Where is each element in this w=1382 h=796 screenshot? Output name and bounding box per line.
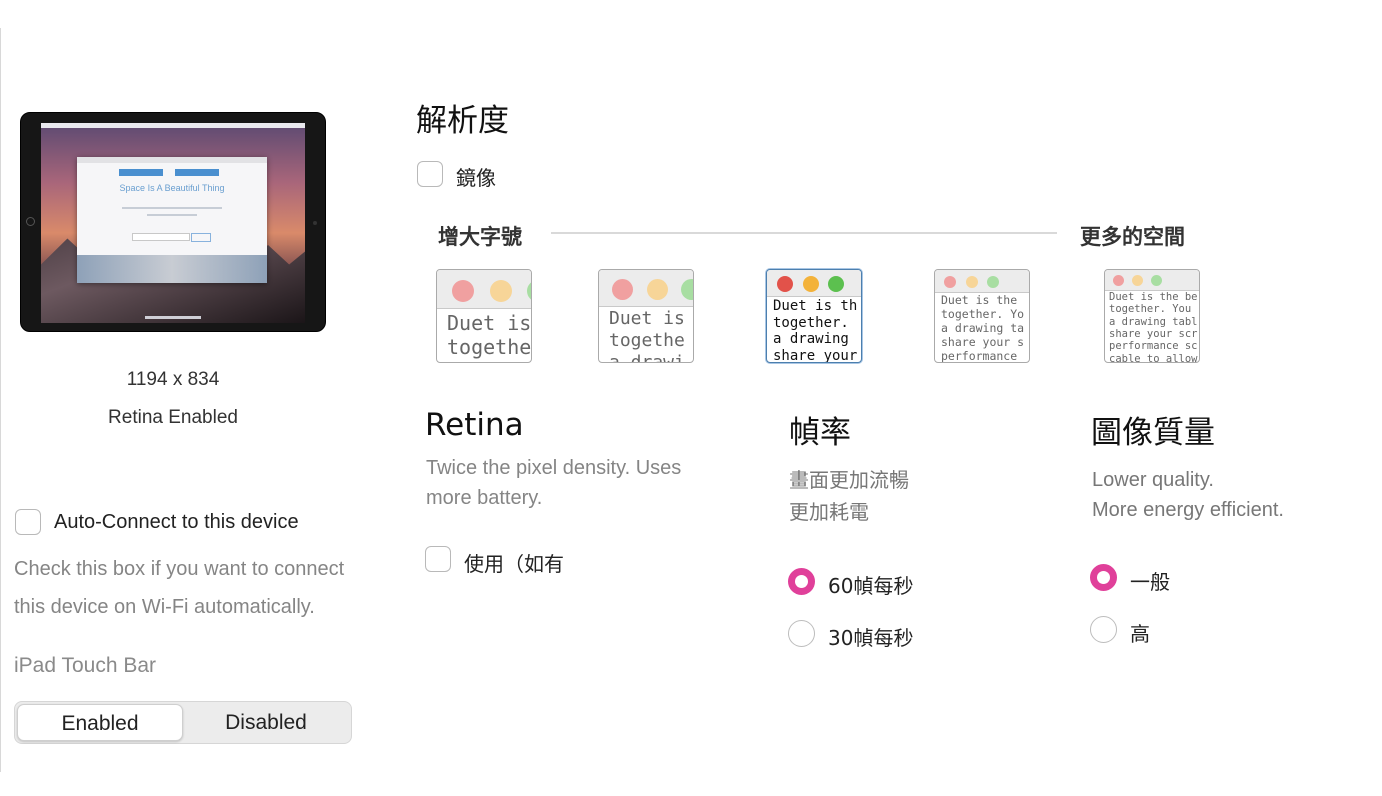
preview-heading: Space Is A Beautiful Thing — [119, 183, 225, 193]
minimize-dot-icon — [966, 276, 978, 288]
zoom-dot-icon — [987, 276, 999, 288]
scale-option-2[interactable]: Duet is togethe a drawi — [598, 269, 694, 363]
mirror-label: 鏡像 — [456, 168, 496, 190]
scale-option-1[interactable]: Duet is togethe — [436, 269, 532, 363]
minimize-dot-icon — [803, 276, 819, 292]
touch-bar-disabled-option[interactable]: Disabled — [183, 704, 349, 741]
fps-30-radio[interactable] — [788, 620, 815, 647]
frame-rate-title: 幀率 — [789, 415, 851, 451]
close-dot-icon — [1113, 275, 1124, 286]
retina-title: Retina — [425, 407, 524, 443]
touch-bar-enabled-option[interactable]: Enabled — [17, 704, 183, 741]
auto-connect-label: Auto-Connect to this device — [54, 511, 299, 533]
device-screen: Space Is A Beautiful Thing — [41, 123, 305, 323]
image-quality-desc-2: More energy efficient. — [1092, 499, 1284, 521]
minimize-dot-icon — [647, 279, 668, 300]
auto-connect-help-1: Check this box if you want to connect — [14, 558, 345, 580]
retina-desc-2: more battery. — [426, 487, 543, 509]
image-quality-title: 圖像質量 — [1091, 415, 1215, 451]
touch-bar-label: iPad Touch Bar — [14, 654, 157, 677]
left-divider — [0, 28, 1, 772]
close-dot-icon — [452, 280, 474, 302]
frame-rate-desc-1: 畫面更加流暢 — [789, 470, 909, 492]
auto-connect-help-2: this device on Wi-Fi automatically. — [14, 596, 315, 618]
fps-60-label: 60幀每秒 — [828, 574, 914, 598]
retina-desc-1: Twice the pixel density. Uses — [426, 457, 682, 479]
scale-max-label: 更多的空間 — [1080, 225, 1185, 249]
auto-connect-checkbox[interactable] — [15, 509, 41, 535]
fps-60-radio[interactable] — [788, 568, 815, 595]
resolution-title: 解析度 — [416, 103, 509, 139]
image-quality-desc-1: Lower quality. — [1092, 469, 1214, 491]
scale-min-label: 增大字號 — [438, 225, 522, 249]
preview-window: Space Is A Beautiful Thing — [77, 157, 267, 283]
fps-30-label: 30幀每秒 — [828, 626, 914, 650]
scale-option-4[interactable]: Duet is the together. Yo a drawing ta sh… — [934, 269, 1030, 363]
menu-bar — [41, 123, 305, 128]
scale-track — [551, 232, 1057, 234]
quality-high-radio[interactable] — [1090, 616, 1117, 643]
frame-rate-desc-2: 更加耗電 — [789, 502, 869, 524]
device-resolution: 1194 x 834 — [126, 369, 220, 390]
minimize-dot-icon — [1132, 275, 1143, 286]
scale-option-5[interactable]: Duet is the be together. You a drawing t… — [1104, 269, 1200, 363]
close-dot-icon — [777, 276, 793, 292]
camera-icon — [26, 217, 35, 226]
retina-status: Retina Enabled — [108, 407, 238, 428]
quality-normal-radio[interactable] — [1090, 564, 1117, 591]
close-dot-icon — [944, 276, 956, 288]
zoom-dot-icon — [828, 276, 844, 292]
home-dot-icon — [313, 221, 317, 225]
touch-bar-segmented-control: Enabled Disabled — [14, 701, 352, 744]
zoom-dot-icon — [1151, 275, 1162, 286]
device-preview: Space Is A Beautiful Thing — [20, 112, 326, 332]
retina-use-checkbox[interactable] — [425, 546, 451, 572]
mirror-checkbox[interactable] — [417, 161, 443, 187]
retina-use-label: 使用（如有 — [464, 554, 564, 576]
quality-high-label: 高 — [1130, 622, 1150, 646]
dock — [145, 316, 201, 319]
minimize-dot-icon — [490, 280, 512, 302]
quality-normal-label: 一般 — [1130, 570, 1170, 594]
close-dot-icon — [612, 279, 633, 300]
scale-option-3[interactable]: Duet is th together. a drawing share you… — [766, 269, 862, 363]
